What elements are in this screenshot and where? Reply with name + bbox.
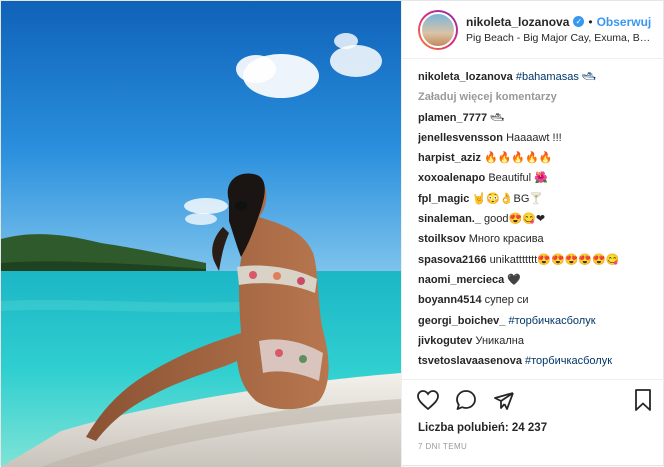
list-item: naomi_mercieca 🖤 (418, 270, 655, 290)
caption: nikoleta_lozanova #bahamasas 🛥 (418, 67, 655, 87)
comment-text: unikattttttt😍😍😍😍😍😋 (489, 253, 620, 266)
action-icons (416, 388, 653, 416)
comment-username[interactable]: jivkogutev (418, 335, 472, 347)
bookmark-icon[interactable] (633, 388, 653, 417)
comment-text: 🤘😳👌BG🍸 (472, 192, 544, 205)
list-item: fpl_magic 🤘😳👌BG🍸 (418, 189, 655, 209)
comment-username[interactable]: harpist_aziz (418, 152, 481, 164)
list-item: stoilksov Много красива (418, 229, 655, 249)
list-item: jivkogutev Уникална (418, 331, 655, 351)
list-item: spasova2166 unikattttttt😍😍😍😍😍😋 (418, 250, 655, 270)
comment-username[interactable]: jenellesvensson (418, 132, 503, 144)
comment-text: Haaaawt !!! (506, 131, 562, 144)
comment-text: good😍😋❤ (484, 213, 546, 226)
list-item: harpist_aziz 🔥🔥🔥🔥🔥 (418, 148, 655, 168)
comment-username[interactable]: sinaleman._ (418, 213, 481, 225)
post-header: nikoleta_lozanova ✓ • Obserwuj Pig Beach… (402, 1, 664, 59)
post-side-panel: nikoleta_lozanova ✓ • Obserwuj Pig Beach… (401, 1, 664, 467)
beach-photo-image (1, 1, 401, 467)
list-item: sinaleman._ good😍😋❤ (418, 209, 655, 229)
comment-text: Много красива (468, 233, 544, 246)
comments-list: nikoleta_lozanova #bahamasas 🛥 Załaduj w… (418, 67, 655, 371)
comment-text: супер си (484, 294, 529, 307)
list-item: jenellesvensson Haaaawt !!! (418, 128, 655, 148)
comment-hashtag[interactable]: #торбичкасболук (525, 355, 612, 367)
load-more-label[interactable]: Załaduj więcej komentarzy (418, 91, 557, 103)
likes-count[interactable]: Liczba polubień: 24 237 (418, 422, 653, 434)
header-username[interactable]: nikoleta_lozanova (466, 14, 569, 30)
follow-button[interactable]: Obserwuj (597, 14, 652, 30)
header-text: nikoleta_lozanova ✓ • Obserwuj Pig Beach… (466, 14, 655, 46)
comment-username[interactable]: fpl_magic (418, 193, 469, 205)
header-separator: • (588, 14, 593, 29)
caption-username[interactable]: nikoleta_lozanova (418, 71, 513, 83)
comment-text: 🛥 (490, 111, 505, 124)
comment-text: 🔥🔥🔥🔥🔥 (484, 152, 553, 165)
list-item: xoxoalenapo Beautiful 🌺 (418, 168, 655, 188)
comment-username[interactable]: naomi_mercieca (418, 274, 504, 286)
comment-username[interactable]: georgi_boichev_ (418, 315, 505, 327)
comment-text: Beautiful 🌺 (488, 172, 548, 185)
post-photo[interactable] (1, 1, 401, 467)
comment-username[interactable]: boyann4514 (418, 294, 482, 306)
caption-text[interactable]: #bahamasas 🛥 (516, 71, 596, 83)
location-link[interactable]: Pig Beach - Big Major Cay, Exuma, Baha..… (466, 30, 655, 46)
comment-username[interactable]: stoilksov (418, 233, 466, 245)
load-more-comments-button[interactable]: Załaduj więcej komentarzy (418, 87, 655, 107)
avatar[interactable] (418, 9, 458, 50)
list-item: boyann4514 супер си (418, 290, 655, 310)
list-item: plamen_7777 🛥 (418, 108, 655, 128)
comment-username[interactable]: tsvetoslavaasenova (418, 355, 522, 367)
list-item: georgi_boichev_ #торбичкасболук (418, 311, 655, 331)
post-actions: Liczba polubień: 24 237 7 DNI TEMU (402, 379, 664, 451)
comment-text: 🖤 (507, 273, 521, 286)
comment-username[interactable]: spasova2166 (418, 254, 487, 266)
comment-icon[interactable] (454, 388, 478, 417)
heart-icon[interactable] (416, 389, 440, 416)
list-item: tsvetoslavaasenova #торбичкасболук (418, 351, 655, 371)
comment-username[interactable]: xoxoalenapo (418, 172, 485, 184)
verified-badge-icon: ✓ (573, 16, 585, 27)
avatar-image (420, 11, 456, 48)
comment-username[interactable]: plamen_7777 (418, 112, 487, 124)
comment-text: Уникална (475, 334, 524, 347)
share-icon[interactable] (492, 388, 516, 417)
instagram-post: nikoleta_lozanova ✓ • Obserwuj Pig Beach… (0, 0, 664, 467)
post-timestamp[interactable]: 7 DNI TEMU (418, 442, 653, 451)
comment-hashtag[interactable]: #торбичкасболук (508, 315, 595, 327)
